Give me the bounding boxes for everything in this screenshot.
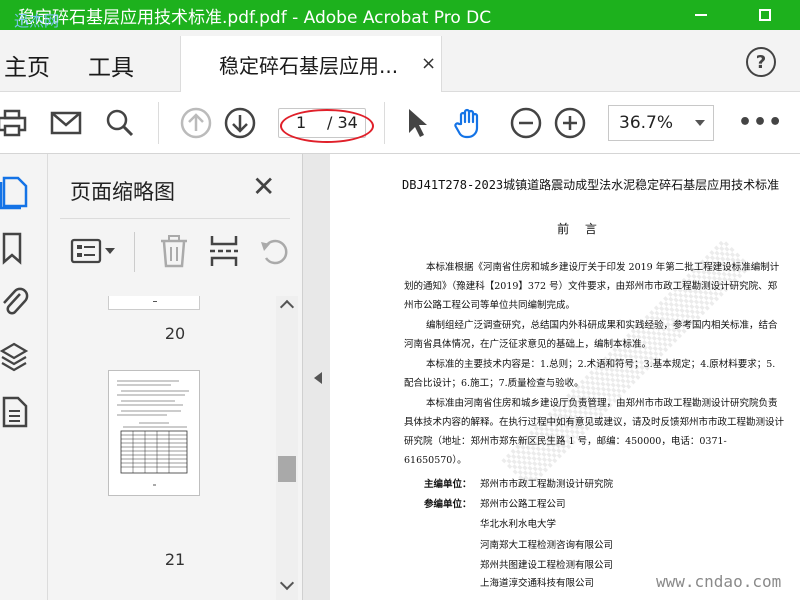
hand-tool-icon[interactable] xyxy=(452,105,488,141)
document-page[interactable]: ▒▒▒▒▒▒▒▒▒▒▒▒ DBJ41T278-2023城镇道路震动成型法水泥稳定… xyxy=(330,154,800,600)
paragraph-3: 本标准的主要技术内容是：1.总则；2.术语和符号；3.基本规定；4.原材料要求；… xyxy=(404,359,776,389)
tab-home[interactable]: 主页 xyxy=(4,48,50,82)
extract-pages-icon[interactable] xyxy=(208,234,240,272)
scrollbar-thumb[interactable] xyxy=(278,456,296,482)
chief-unit: 郑州市市政工程勘测设计研究院 xyxy=(480,479,614,490)
maximize-icon xyxy=(759,9,771,21)
scroll-down-icon[interactable] xyxy=(279,575,295,591)
thumbnail-page-21-preview xyxy=(117,380,189,486)
thumbnail-page-21[interactable] xyxy=(108,370,200,496)
page-thumbnails-icon[interactable] xyxy=(0,174,30,210)
participant-unit: 郑州市公路工程公司 xyxy=(480,499,566,510)
paragraph-1: 本标准根据《河南省住房和城乡建设厅关于印发 2019 年第二批工程建设标准编制计… xyxy=(404,262,780,311)
search-icon[interactable] xyxy=(102,105,138,141)
rotate-page-icon[interactable] xyxy=(258,234,290,272)
zoom-out-icon[interactable] xyxy=(508,105,544,141)
paragraph-2: 编制组经广泛调查研究，总结国内外科研成果和实践经验，参考国内相关标准，结合河南省… xyxy=(404,320,778,350)
thumbnail-toolbar-separator xyxy=(134,232,135,272)
layers-icon[interactable] xyxy=(0,340,30,376)
close-tab-icon[interactable]: × xyxy=(421,53,436,74)
panel-splitter[interactable] xyxy=(302,154,330,600)
email-icon[interactable] xyxy=(48,105,84,141)
tab-document-label: 稳定碎石基层应用... xyxy=(219,54,399,78)
participant-unit: 华北水利水电大学 xyxy=(480,519,557,530)
watermark-logo: 迅杰网 xyxy=(14,12,60,30)
thumbnail-panel: 页面缩略图 ✕ 20 21 xyxy=(48,154,302,600)
scroll-up-icon[interactable] xyxy=(279,299,295,315)
thumbnail-toolbar xyxy=(48,226,302,280)
select-cursor-icon[interactable] xyxy=(398,105,434,141)
zoom-level-select[interactable]: 36.7% xyxy=(608,105,714,141)
chevron-down-icon xyxy=(695,120,705,126)
previous-page-icon[interactable] xyxy=(178,105,214,141)
attachment-icon[interactable] xyxy=(0,284,30,320)
more-tools-icon[interactable]: ••• xyxy=(738,110,783,135)
participant-unit: 上海道淳交通科技有限公司 xyxy=(480,578,595,589)
participant-unit: 河南郑大工程检测咨询有限公司 xyxy=(480,540,614,551)
page-mark xyxy=(153,301,157,302)
tab-document[interactable]: 稳定碎石基层应用... × xyxy=(180,36,442,92)
tab-tools[interactable]: 工具 xyxy=(88,48,134,82)
next-page-icon[interactable] xyxy=(222,105,258,141)
tab-bar: 主页 工具 稳定碎石基层应用... × ? xyxy=(0,30,800,92)
chief-unit-label: 主编单位： xyxy=(424,479,472,490)
zoom-value: 36.7% xyxy=(619,113,674,133)
panel-divider xyxy=(60,218,290,219)
minimize-icon xyxy=(695,14,707,16)
content-icon[interactable] xyxy=(0,394,30,430)
thumbnail-label-21: 21 xyxy=(164,550,186,569)
panel-title: 页面缩略图 xyxy=(70,180,175,204)
toolbar-separator xyxy=(384,102,385,144)
participants-label: 参编单位： xyxy=(424,499,472,510)
annotation-circle xyxy=(280,109,374,143)
window-title: 稳定碎石基层应用技术标准.pdf.pdf - Adobe Acrobat Pro… xyxy=(18,8,492,28)
zoom-in-icon[interactable] xyxy=(552,105,588,141)
bookmark-icon[interactable] xyxy=(0,230,30,266)
navigation-rail xyxy=(0,154,48,600)
thumbnail-scrollbar[interactable] xyxy=(276,296,298,600)
title-bar: 稳定碎石基层应用技术标准.pdf.pdf - Adobe Acrobat Pro… xyxy=(0,0,800,30)
delete-page-icon[interactable] xyxy=(158,234,190,272)
thumbnail-label-20: 20 xyxy=(164,324,186,343)
toolbar: 1 / 34 36.7% ••• xyxy=(0,92,800,154)
thumbnail-page-20[interactable] xyxy=(108,296,200,310)
site-watermark: www.cndao.com xyxy=(656,572,782,591)
section-title: 前 言 xyxy=(557,222,603,236)
help-icon[interactable]: ? xyxy=(746,47,776,77)
minimize-button[interactable] xyxy=(680,0,722,30)
toolbar-separator xyxy=(158,102,159,144)
thumbnail-list[interactable]: 20 21 xyxy=(48,296,302,600)
maximize-button[interactable] xyxy=(744,0,786,30)
participant-unit: 郑州共图建设工程检测有限公司 xyxy=(480,560,614,571)
paragraph-4: 本标准由河南省住房和城乡建设厅负责管理，由郑州市市政工程勘测设计研究院负责具体技… xyxy=(404,398,785,466)
close-panel-icon[interactable]: ✕ xyxy=(252,170,275,203)
print-icon[interactable] xyxy=(0,105,30,141)
document-header: DBJ41T278-2023城镇道路震动成型法水泥稳定碎石基层应用技术标准 xyxy=(402,178,780,192)
thumbnail-options-icon[interactable] xyxy=(70,236,118,270)
collapse-panel-icon[interactable] xyxy=(314,372,322,384)
